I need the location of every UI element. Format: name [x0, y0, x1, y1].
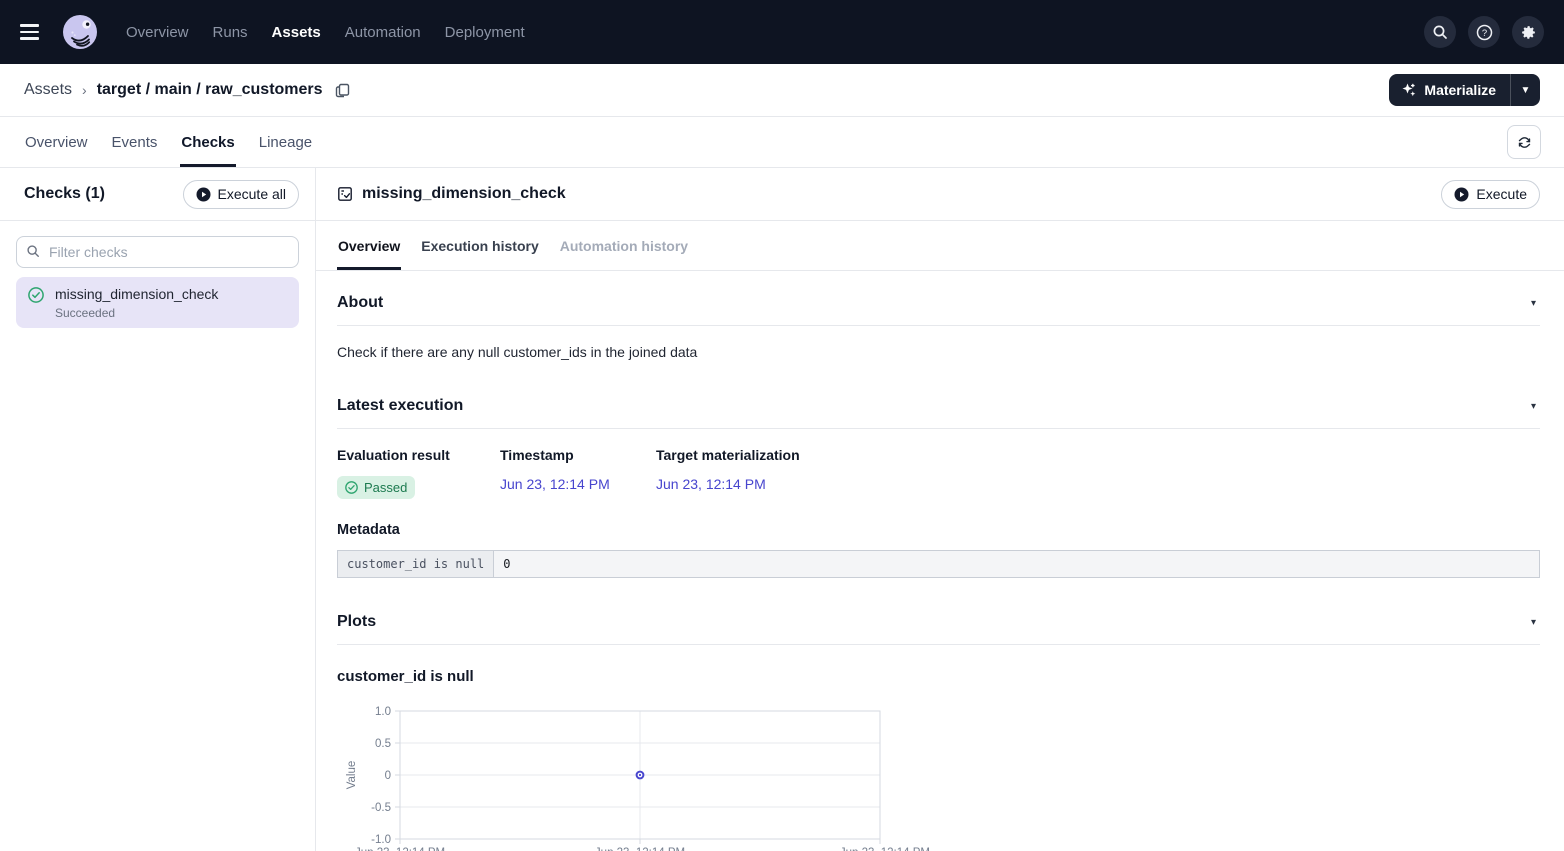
check-item-status: Succeeded [55, 306, 218, 320]
menu-icon[interactable] [20, 18, 48, 46]
svg-text:?: ? [1481, 28, 1486, 39]
check-detail-title: missing_dimension_check [362, 185, 566, 203]
tab-check-overview[interactable]: Overview [337, 221, 401, 270]
play-circle-icon [196, 187, 211, 202]
filter-checks-input[interactable] [16, 236, 299, 268]
metadata-key: customer_id is null [338, 551, 494, 578]
materialize-dropdown-caret[interactable]: ▼ [1510, 74, 1540, 106]
svg-text:0: 0 [385, 770, 391, 782]
column-evaluation-result: Evaluation result [337, 447, 500, 476]
checks-count-title: Checks (1) [24, 185, 105, 203]
execute-button[interactable]: Execute [1441, 180, 1540, 209]
settings-gear-icon[interactable] [1512, 16, 1544, 48]
target-materialization-link[interactable]: Jun 23, 12:14 PM [656, 476, 766, 492]
check-detail-panel: missing_dimension_check Execute Overview… [316, 168, 1564, 851]
check-description: Check if there are any null customer_ids… [337, 344, 1540, 360]
nav-assets[interactable]: Assets [270, 20, 323, 45]
svg-text:Jun 23, 12:14 PM: Jun 23, 12:14 PM [355, 847, 445, 851]
tab-automation-history[interactable]: Automation history [559, 221, 689, 270]
sparkle-icon [1401, 82, 1417, 98]
plot-title: customer_id is null [337, 668, 1540, 685]
materialize-button[interactable]: Materialize [1389, 74, 1510, 106]
metadata-value: 0 [494, 551, 1540, 578]
nav-deployment[interactable]: Deployment [443, 20, 527, 45]
copy-icon[interactable] [335, 83, 350, 98]
column-timestamp: Timestamp [500, 447, 656, 476]
primary-nav: Overview Runs Assets Automation Deployme… [124, 20, 527, 45]
asset-tabs-row: Overview Events Checks Lineage [0, 117, 1564, 168]
nav-overview[interactable]: Overview [124, 20, 191, 45]
dagster-logo-icon[interactable] [60, 12, 100, 52]
plot-svg: 1.00.50-0.5-1.0Jun 23, 12:14 PMJun 23, 1… [337, 698, 957, 851]
breadcrumb-asset-key: target / main / raw_customers [97, 81, 323, 99]
search-icon[interactable] [1424, 16, 1456, 48]
metadata-heading: Metadata [337, 522, 1540, 538]
status-badge: Passed [337, 476, 415, 499]
chevron-right-icon: › [82, 82, 87, 98]
value-scatter-chart: 1.00.50-0.5-1.0Jun 23, 12:14 PMJun 23, 1… [337, 698, 1540, 851]
play-circle-icon [1454, 187, 1469, 202]
about-heading: About [337, 294, 383, 312]
materialize-label: Materialize [1424, 82, 1496, 98]
svg-text:Jun 23, 12:14 PM: Jun 23, 12:14 PM [840, 847, 930, 851]
breadcrumb-row: Assets › target / main / raw_customers M… [0, 64, 1564, 117]
asset-check-icon [337, 186, 353, 202]
timestamp-link[interactable]: Jun 23, 12:14 PM [500, 476, 610, 492]
svg-text:0.5: 0.5 [375, 738, 391, 750]
tab-checks[interactable]: Checks [180, 117, 235, 167]
svg-text:-1.0: -1.0 [371, 834, 391, 846]
materialize-split-button: Materialize ▼ [1389, 74, 1540, 106]
plots-section-header: Plots ▾ [337, 613, 1540, 645]
tab-events[interactable]: Events [111, 117, 159, 167]
latest-execution-section-header: Latest execution ▾ [337, 397, 1540, 429]
metadata-row: customer_id is null 0 [338, 551, 1540, 578]
metadata-table: customer_id is null 0 [337, 550, 1540, 578]
breadcrumb: Assets › target / main / raw_customers [24, 81, 350, 99]
check-success-icon [28, 287, 44, 320]
svg-text:-0.5: -0.5 [371, 802, 391, 814]
execute-all-button[interactable]: Execute all [183, 180, 299, 209]
asset-tabs: Overview Events Checks Lineage [24, 117, 313, 167]
collapse-caret-icon[interactable]: ▾ [1527, 296, 1540, 311]
nav-runs[interactable]: Runs [211, 20, 250, 45]
tab-lineage[interactable]: Lineage [258, 117, 313, 167]
check-detail-tabs: Overview Execution history Automation hi… [316, 221, 1564, 271]
plots-heading: Plots [337, 613, 376, 631]
check-item-name: missing_dimension_check [55, 285, 218, 303]
svg-text:Jun 23, 12:14 PM: Jun 23, 12:14 PM [595, 847, 685, 851]
svg-text:Value: Value [346, 761, 358, 790]
tab-execution-history[interactable]: Execution history [420, 221, 539, 270]
column-target-materialization: Target materialization [656, 447, 1540, 476]
top-navbar: Overview Runs Assets Automation Deployme… [0, 0, 1564, 64]
search-icon [26, 244, 40, 263]
latest-execution-heading: Latest execution [337, 397, 463, 415]
app-window: Overview Runs Assets Automation Deployme… [0, 0, 1564, 851]
checks-sidebar: Checks (1) Execute all [0, 168, 316, 851]
nav-automation[interactable]: Automation [343, 20, 423, 45]
collapse-caret-icon[interactable]: ▾ [1527, 615, 1540, 630]
collapse-caret-icon[interactable]: ▾ [1527, 399, 1540, 414]
svg-text:1.0: 1.0 [375, 706, 391, 718]
tab-overview[interactable]: Overview [24, 117, 89, 167]
check-success-icon [345, 481, 358, 494]
latest-execution-table: Evaluation result Timestamp Target mater… [337, 447, 1540, 499]
breadcrumb-assets-link[interactable]: Assets [24, 81, 72, 99]
refresh-icon[interactable] [1507, 125, 1541, 159]
help-icon[interactable]: ? [1468, 16, 1500, 48]
about-section-header: About ▾ [337, 294, 1540, 326]
check-list-item[interactable]: missing_dimension_check Succeeded [16, 277, 299, 328]
